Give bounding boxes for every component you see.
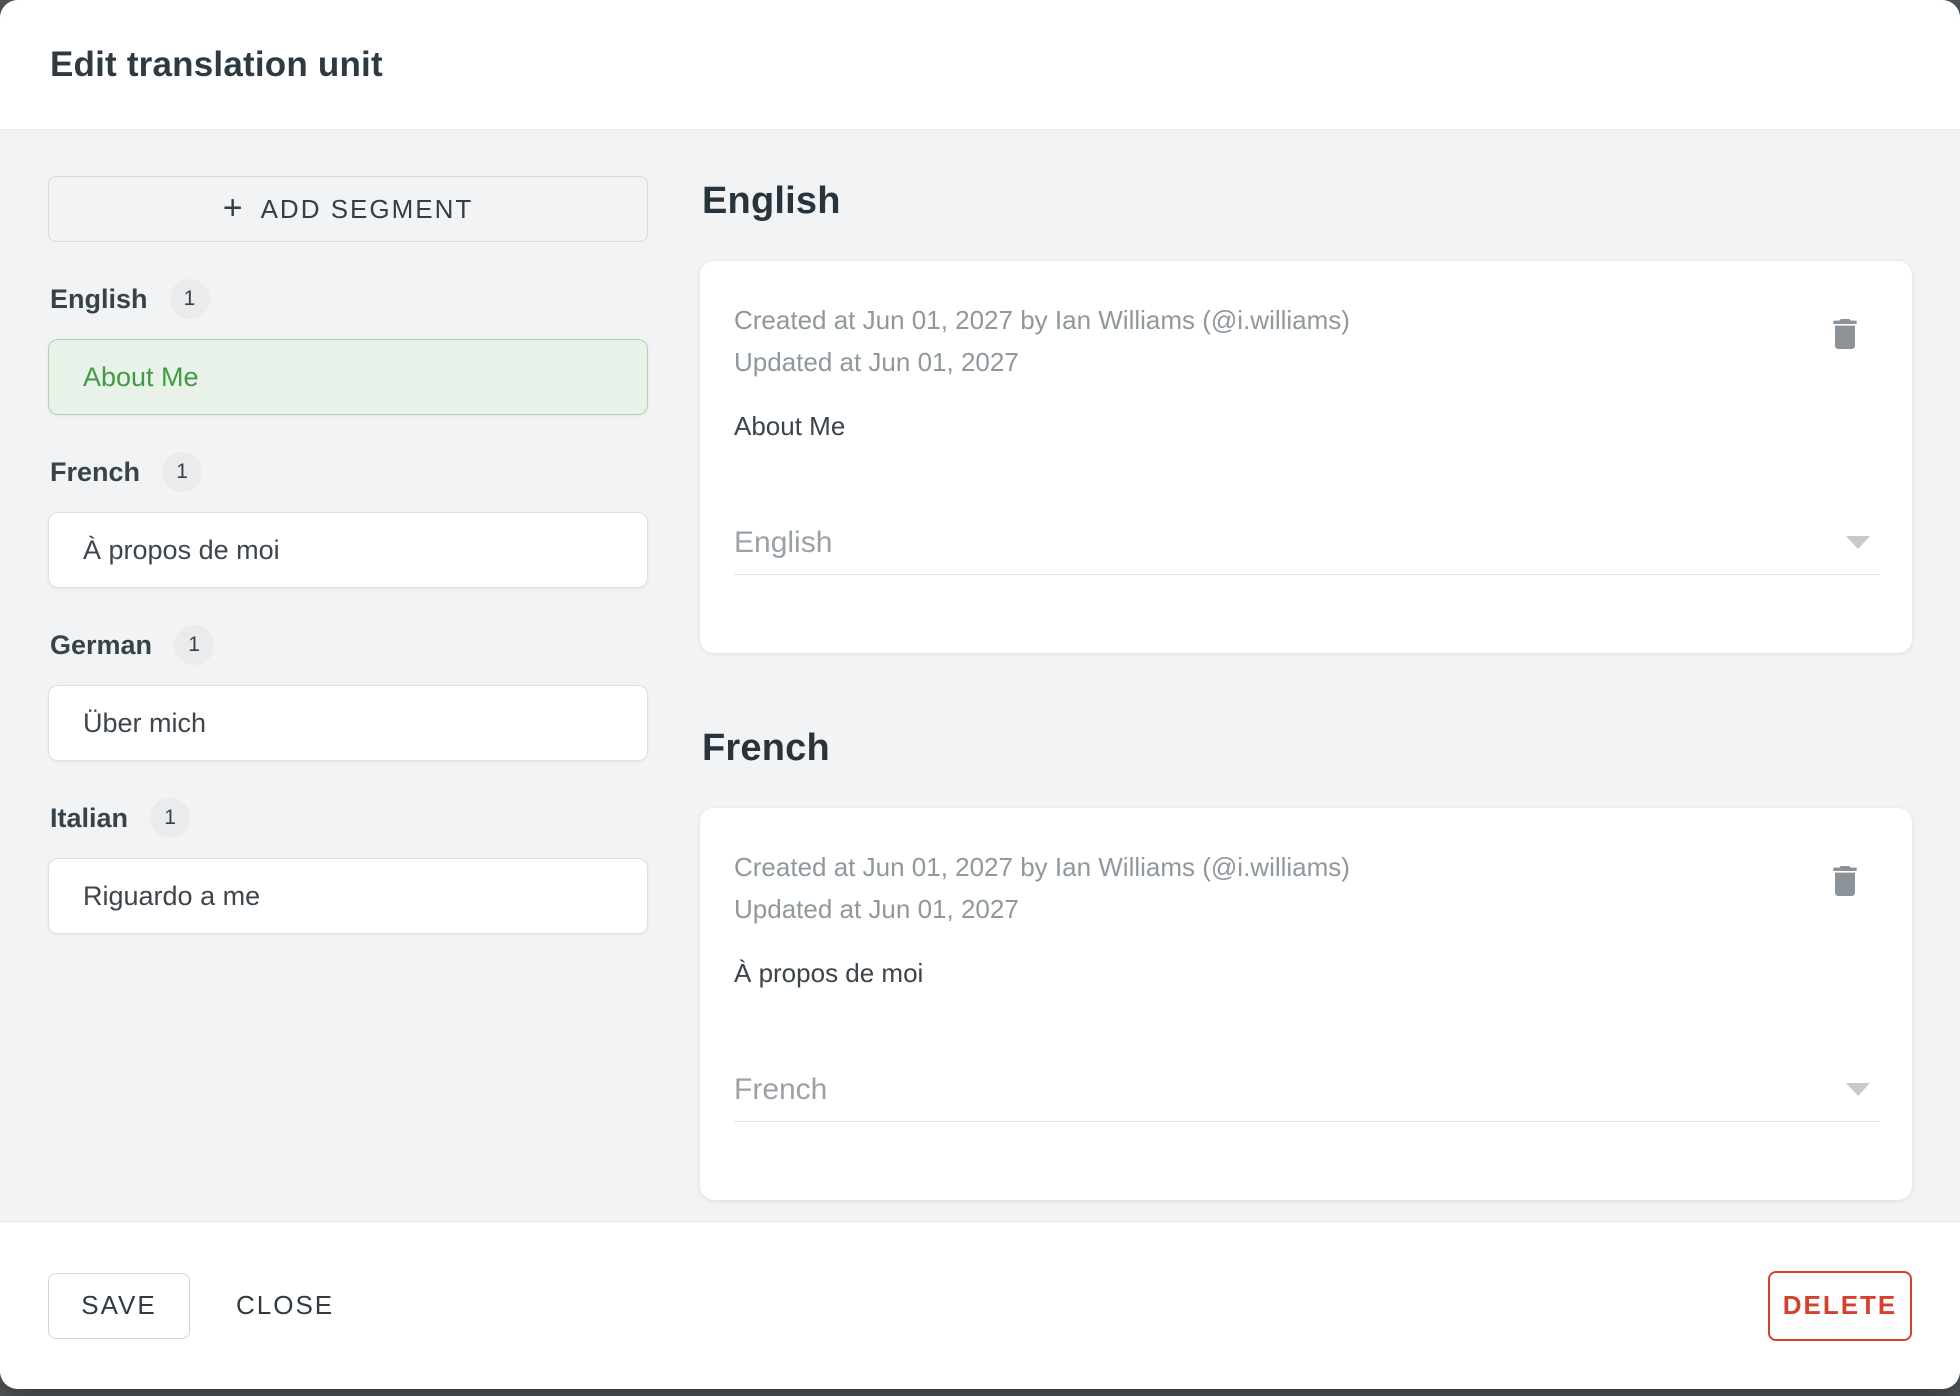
- locale-section-english: English Created at Jun 01, 2027 by Ian W…: [700, 180, 1912, 654]
- language-select[interactable]: French: [734, 1064, 1880, 1123]
- language-select[interactable]: English: [734, 517, 1880, 576]
- plus-icon: +: [222, 188, 243, 227]
- language-group-english: English 1 About Me: [48, 279, 648, 415]
- chevron-down-icon: [1846, 1083, 1870, 1097]
- locale-card: Created at Jun 01, 2027 by Ian Williams …: [700, 808, 1912, 1201]
- language-group-french: French 1 À propos de moi: [48, 452, 648, 588]
- locale-heading: English: [702, 180, 841, 222]
- segment-count-badge: 1: [174, 625, 215, 665]
- language-group-header: German 1: [48, 625, 648, 665]
- card-spacer: [734, 1122, 1880, 1200]
- save-button[interactable]: SAVE: [48, 1272, 190, 1339]
- segment-item-german[interactable]: Über mich: [48, 685, 648, 761]
- segment-count-badge: 1: [169, 279, 210, 319]
- dialog-title: Edit translation unit: [50, 44, 383, 84]
- chevron-down-icon: [1846, 536, 1870, 550]
- locale-card: Created at Jun 01, 2027 by Ian Williams …: [700, 261, 1912, 654]
- trash-icon: [1833, 319, 1857, 349]
- delete-segment-button[interactable]: [1822, 311, 1868, 357]
- delete-segment-button[interactable]: [1822, 858, 1868, 904]
- locale-section-french: French Created at Jun 01, 2027 by Ian Wi…: [700, 727, 1912, 1201]
- trash-icon: [1833, 866, 1857, 897]
- locale-heading: French: [702, 727, 830, 770]
- segment-item-italian[interactable]: Riguardo a me: [48, 858, 648, 934]
- language-label: German: [50, 629, 153, 660]
- delete-button[interactable]: DELETE: [1768, 1270, 1912, 1341]
- segment-count-badge: 1: [162, 452, 203, 492]
- segment-text-input[interactable]: About Me: [734, 411, 1880, 451]
- edit-translation-unit-dialog: Edit translation unit + ADD SEGMENT Engl…: [0, 0, 1960, 1389]
- dialog-body: + ADD SEGMENT English 1 About Me French …: [0, 130, 1960, 1221]
- close-button[interactable]: CLOSE: [236, 1290, 334, 1321]
- segment-item-english[interactable]: About Me: [48, 339, 648, 415]
- language-group-header: French 1: [48, 452, 648, 492]
- segment-count-badge: 1: [150, 798, 191, 838]
- language-label: French: [50, 456, 141, 487]
- segments-sidebar: + ADD SEGMENT English 1 About Me French …: [48, 176, 648, 1181]
- language-group-header: Italian 1: [48, 798, 648, 838]
- language-select-value: French: [734, 1072, 828, 1106]
- language-group-german: German 1 Über mich: [48, 625, 648, 761]
- language-group-header: English 1: [48, 279, 648, 319]
- segment-text-input[interactable]: À propos de moi: [734, 958, 1880, 998]
- created-at-text: Created at Jun 01, 2027 by Ian Williams …: [734, 852, 1350, 883]
- segment-item-french[interactable]: À propos de moi: [48, 512, 648, 588]
- updated-at-text: Updated at Jun 01, 2027: [734, 894, 1019, 925]
- dialog-footer: SAVE CLOSE DELETE: [0, 1221, 1960, 1389]
- dialog-header: Edit translation unit: [0, 0, 1960, 130]
- language-label: Italian: [50, 802, 129, 833]
- add-segment-label: ADD SEGMENT: [260, 193, 474, 224]
- language-label: English: [50, 283, 148, 314]
- updated-at-text: Updated at Jun 01, 2027: [734, 347, 1019, 378]
- locales-panel: English Created at Jun 01, 2027 by Ian W…: [700, 176, 1912, 1201]
- created-at-text: Created at Jun 01, 2027 by Ian Williams …: [734, 305, 1350, 335]
- add-segment-button[interactable]: + ADD SEGMENT: [48, 176, 648, 242]
- card-spacer: [734, 575, 1880, 653]
- language-select-value: English: [734, 525, 833, 559]
- page-backdrop: { "title": "Edit translation unit", "sid…: [0, 0, 1960, 1396]
- language-group-italian: Italian 1 Riguardo a me: [48, 798, 648, 934]
